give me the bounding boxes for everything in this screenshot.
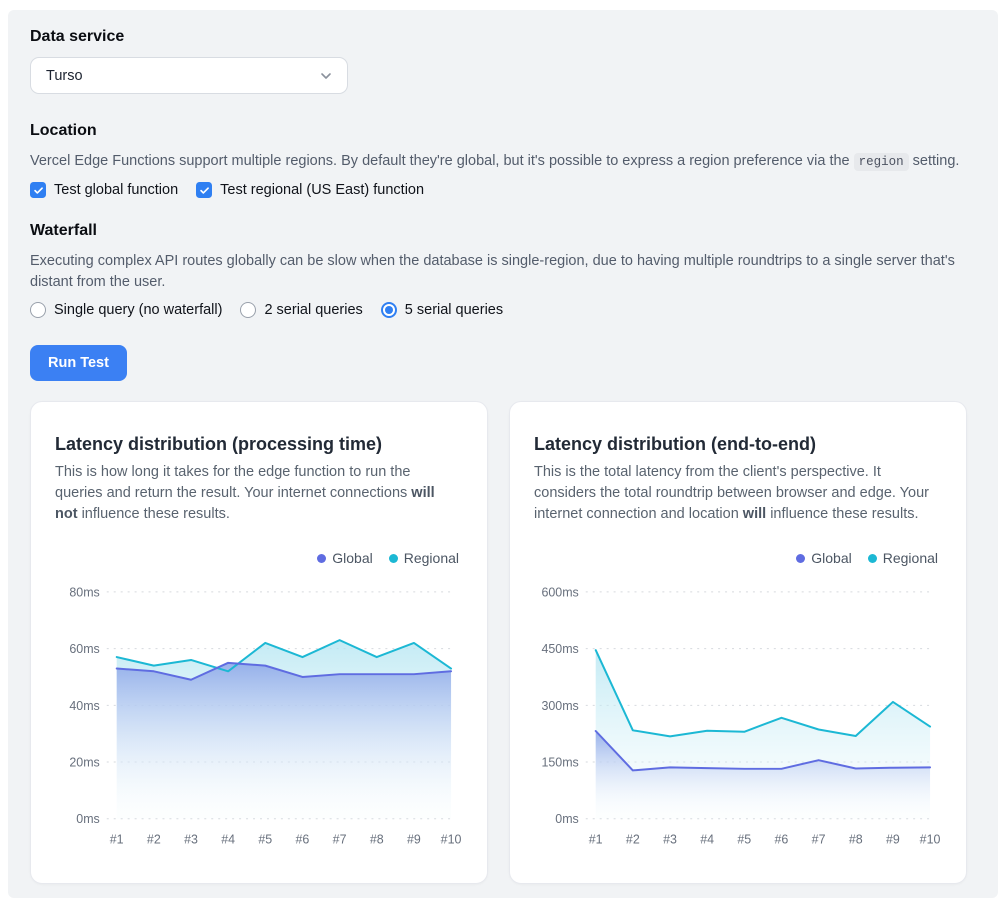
charts-row: Latency distribution (processing time) T… <box>30 401 976 884</box>
y-tick-label: 80ms <box>69 585 99 599</box>
x-tick-label: #3 <box>663 833 677 847</box>
legend-item: Global <box>796 550 851 566</box>
x-tick-label: #4 <box>221 833 235 847</box>
x-tick-label: #3 <box>184 833 198 847</box>
x-tick-label: #2 <box>626 833 640 847</box>
x-tick-label: #5 <box>258 833 272 847</box>
checkbox-label: Test global function <box>54 182 178 198</box>
chart-svg: 0ms 20ms 40ms 60ms 80ms #1 #2 #3 #4 #5 #6 #7 #8 #9 #10 <box>55 570 463 861</box>
radio-icon[interactable] <box>30 302 46 318</box>
waterfall-section: Waterfall Executing complex API routes g… <box>30 222 976 318</box>
end-to-end-card-description: This is the total latency from the clien… <box>534 462 934 525</box>
x-tick-label: #10 <box>441 833 462 847</box>
x-tick-label: #6 <box>296 833 310 847</box>
processing-time-card: Latency distribution (processing time) T… <box>30 401 488 884</box>
settings-panel: Data service Turso Location Vercel Edge … <box>8 10 998 898</box>
x-tick-label: #8 <box>370 833 384 847</box>
radio-label: 2 serial queries <box>264 302 362 318</box>
waterfall-heading: Waterfall <box>30 222 976 240</box>
x-tick-label: #9 <box>407 833 421 847</box>
y-tick-label: 600ms <box>541 585 578 599</box>
legend-label: Global <box>811 550 851 566</box>
legend-dot-icon <box>389 554 398 563</box>
radio-icon[interactable] <box>240 302 256 318</box>
end-to-end-card-title: Latency distribution (end-to-end) <box>534 434 942 455</box>
data-service-select[interactable]: Turso <box>30 57 348 94</box>
radio-label: 5 serial queries <box>405 302 503 318</box>
location-checkbox-group: Test global function Test regional (US Ea… <box>30 182 976 198</box>
x-tick-label: #1 <box>110 833 124 847</box>
legend-dot-icon <box>868 554 877 563</box>
location-heading: Location <box>30 122 976 140</box>
data-service-section: Data service Turso <box>30 28 976 94</box>
x-tick-label: #10 <box>920 833 941 847</box>
x-tick-label: #1 <box>589 833 603 847</box>
legend-dot-icon <box>796 554 805 563</box>
checkbox-checked-icon[interactable] <box>30 182 46 198</box>
run-test-button[interactable]: Run Test <box>30 345 127 381</box>
y-tick-label: 40ms <box>69 699 99 713</box>
y-tick-label: 0ms <box>555 812 578 826</box>
processing-time-card-description: This is how long it takes for the edge f… <box>55 462 455 525</box>
chevron-down-icon <box>318 68 334 84</box>
x-tick-label: #2 <box>147 833 161 847</box>
end-to-end-legend: Global Regional <box>534 550 938 566</box>
location-description: Vercel Edge Functions support multiple r… <box>30 151 976 173</box>
y-tick-label: 300ms <box>541 699 578 713</box>
x-tick-label: #5 <box>737 833 751 847</box>
legend-label: Regional <box>883 550 938 566</box>
end-to-end-card: Latency distribution (end-to-end) This i… <box>509 401 967 884</box>
text-run: influence these results. <box>766 506 918 522</box>
processing-time-card-title: Latency distribution (processing time) <box>55 434 463 455</box>
checkbox-label: Test regional (US East) function <box>220 182 424 198</box>
data-service-selected-value: Turso <box>46 68 83 84</box>
y-tick-label: 150ms <box>541 756 578 770</box>
x-tick-label: #6 <box>775 833 789 847</box>
end-to-end-chart: 0ms 150ms 300ms 450ms 600ms #1 #2 #3 #4 #5 #6 #7 #8 #… <box>534 570 942 861</box>
text-run: influence these results. <box>78 506 230 522</box>
checkbox-option[interactable]: Test regional (US East) function <box>196 182 424 198</box>
data-service-heading: Data service <box>30 28 976 46</box>
y-tick-label: 450ms <box>541 642 578 656</box>
checkbox-checked-icon[interactable] <box>196 182 212 198</box>
y-tick-label: 0ms <box>76 812 99 826</box>
x-tick-label: #8 <box>849 833 863 847</box>
x-tick-label: #7 <box>812 833 826 847</box>
checkbox-option[interactable]: Test global function <box>30 182 178 198</box>
processing-time-chart: 0ms 20ms 40ms 60ms 80ms #1 #2 #3 #4 #5 #6 #7 #8 #9 #10 <box>55 570 463 861</box>
x-tick-label: #4 <box>700 833 714 847</box>
radio-option[interactable]: 5 serial queries <box>381 302 503 318</box>
legend-label: Global <box>332 550 372 566</box>
inline-code: region <box>854 153 909 171</box>
location-section: Location Vercel Edge Functions support m… <box>30 122 976 198</box>
radio-selected-icon[interactable] <box>381 302 397 318</box>
y-tick-label: 60ms <box>69 642 99 656</box>
radio-option[interactable]: 2 serial queries <box>240 302 362 318</box>
x-tick-label: #7 <box>333 833 347 847</box>
x-tick-label: #9 <box>886 833 900 847</box>
legend-item: Regional <box>868 550 938 566</box>
legend-item: Regional <box>389 550 459 566</box>
legend-dot-icon <box>317 554 326 563</box>
radio-label: Single query (no waterfall) <box>54 302 222 318</box>
waterfall-radio-group: Single query (no waterfall) 2 serial quer… <box>30 302 976 318</box>
y-tick-label: 20ms <box>69 756 99 770</box>
text-run: This is how long it takes for the edge f… <box>55 464 411 501</box>
text-run: Vercel Edge Functions support multiple r… <box>30 153 854 169</box>
chart-svg: 0ms 150ms 300ms 450ms 600ms #1 #2 #3 #4 #5 #6 #7 #8 #… <box>534 570 942 861</box>
radio-option[interactable]: Single query (no waterfall) <box>30 302 222 318</box>
bold-text: will <box>743 506 766 522</box>
legend-item: Global <box>317 550 372 566</box>
processing-time-legend: Global Regional <box>55 550 459 566</box>
waterfall-description: Executing complex API routes globally ca… <box>30 251 968 293</box>
legend-label: Regional <box>404 550 459 566</box>
text-run: Executing complex API routes globally ca… <box>30 253 955 290</box>
text-run: setting. <box>909 153 960 169</box>
